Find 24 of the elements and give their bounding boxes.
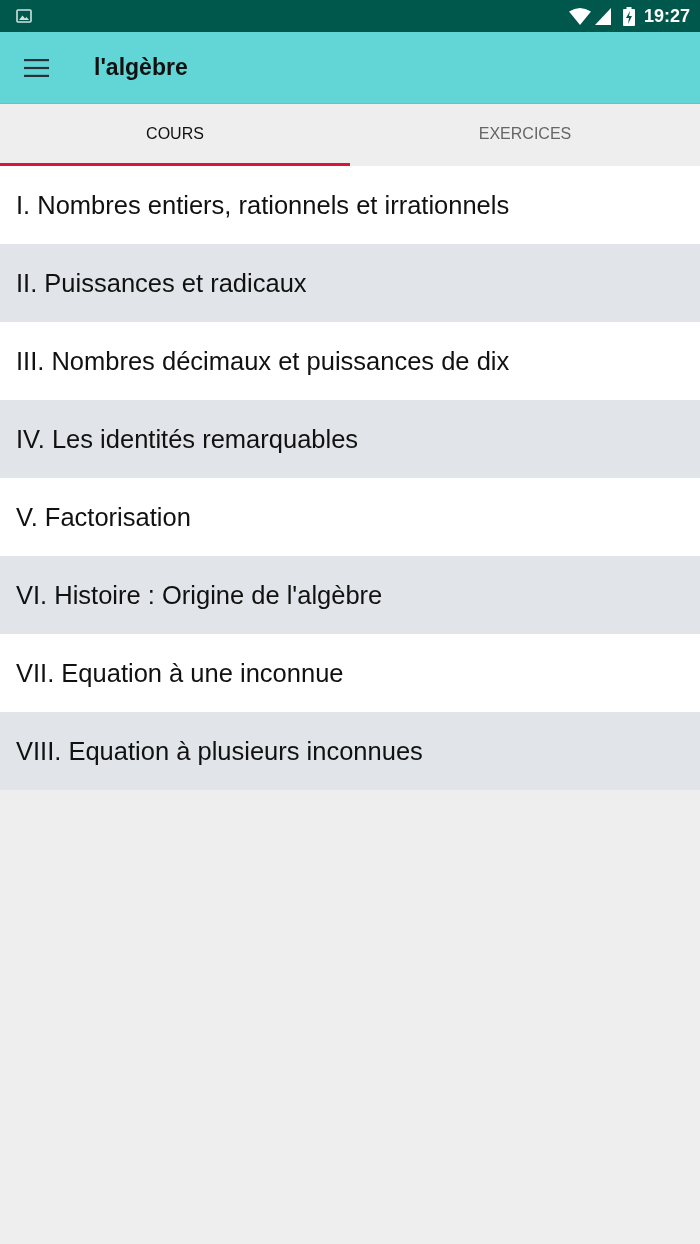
- chapter-list-item[interactable]: V. Factorisation: [0, 478, 700, 556]
- chapter-title: VII. Equation à une inconnue: [16, 657, 344, 689]
- chapter-title: IV. Les identités remarquables: [16, 423, 359, 455]
- chapter-list-item[interactable]: III. Nombres décimaux et puissances de dix: [0, 322, 700, 400]
- chapter-list-item[interactable]: IV. Les identités remarquables: [0, 400, 700, 478]
- chapter-title: III. Nombres décimaux et puissances de dix: [16, 345, 510, 377]
- status-time: 19:27: [643, 7, 690, 25]
- chapter-list-item[interactable]: VI. Histoire : Origine de l'algèbre: [0, 556, 700, 634]
- chapter-title: V. Factorisation: [16, 501, 191, 533]
- app-title: l'algèbre: [94, 53, 188, 83]
- wifi-icon: [568, 7, 591, 25]
- chapter-title: II. Puissances et radicaux: [16, 267, 307, 299]
- image-icon: [16, 9, 32, 23]
- chapter-title: VI. Histoire : Origine de l'algèbre: [16, 579, 383, 611]
- menu-icon: [23, 58, 49, 77]
- battery-charging-icon: [622, 6, 635, 26]
- chapter-title: I. Nombres entiers, rationnels et irrationnels: [16, 189, 510, 221]
- chapter-list-item[interactable]: I. Nombres entiers, rationnels et irrationnels: [0, 166, 700, 244]
- chapter-list-item[interactable]: II. Puissances et radicaux: [0, 244, 700, 322]
- chapter-list-item[interactable]: VIII. Equation à plusieurs inconnues: [0, 712, 700, 790]
- signal-icon: [594, 7, 611, 25]
- chapter-title: VIII. Equation à plusieurs inconnues: [16, 735, 423, 767]
- tab[interactable]: EXERCICES: [350, 104, 700, 166]
- chapter-list-item[interactable]: VII. Equation à une inconnue: [0, 634, 700, 712]
